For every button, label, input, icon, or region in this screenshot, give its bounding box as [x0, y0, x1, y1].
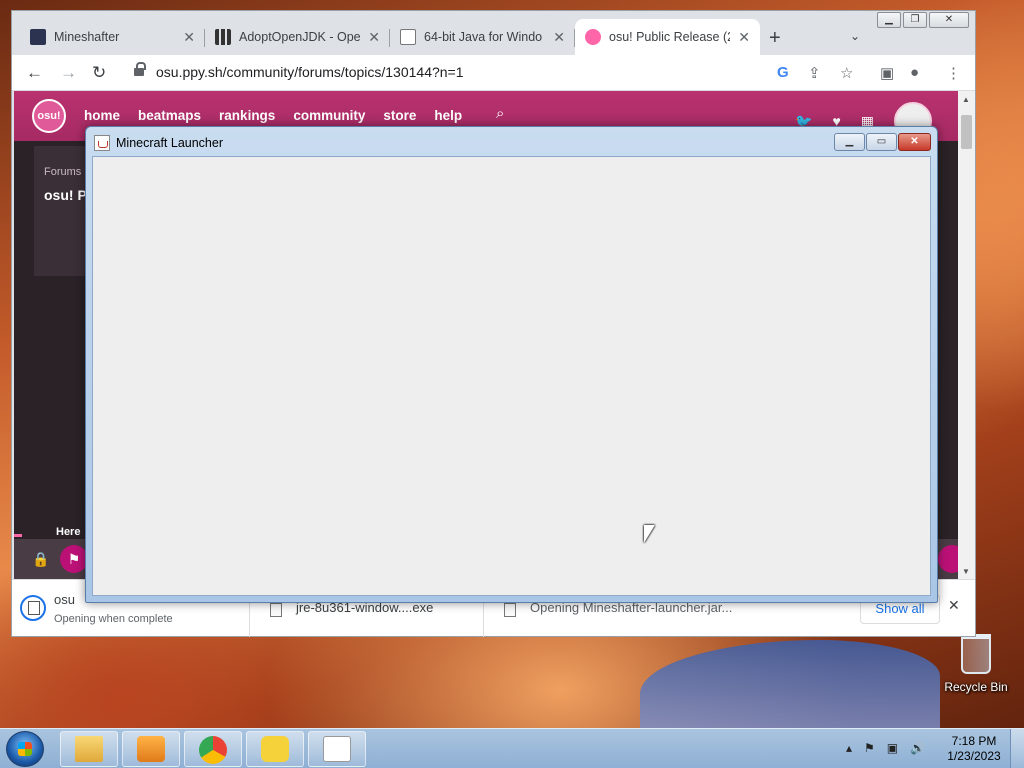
profile-icon[interactable]: ●	[910, 64, 919, 81]
page-scrollbar[interactable]: ▲ ▼	[958, 91, 975, 579]
restore-button[interactable]: ❐	[903, 12, 927, 28]
start-button[interactable]	[6, 731, 44, 767]
tab-close-icon[interactable]: ✕	[738, 29, 750, 46]
osu-icon	[585, 29, 601, 45]
game-icon	[261, 736, 289, 762]
address-bar[interactable]: osu.ppy.sh/community/forums/topics/13014…	[124, 59, 774, 87]
taskbar-java[interactable]	[308, 731, 366, 767]
volume-icon[interactable]: 🔊	[910, 741, 925, 755]
recycle-bin-icon	[961, 634, 991, 674]
scroll-up-icon[interactable]: ▲	[962, 95, 970, 104]
breadcrumb-forums[interactable]: Forums	[44, 166, 81, 178]
taskbar-media-player[interactable]	[122, 731, 180, 767]
tab-title: AdoptOpenJDK - Ope	[239, 30, 361, 44]
page-title: osu! P	[44, 187, 87, 203]
file-icon	[270, 603, 282, 617]
clock[interactable]: 7:18 PM 1/23/2023	[944, 734, 1004, 764]
download-name: osu	[54, 592, 75, 607]
file-icon	[504, 603, 516, 617]
side-panel-icon[interactable]: ▣	[880, 64, 894, 82]
minimize-button[interactable]: ▁	[834, 133, 865, 151]
maximize-button[interactable]: ▭	[866, 133, 897, 151]
grid-icon	[215, 29, 231, 45]
media-player-icon	[137, 736, 165, 762]
clock-time: 7:18 PM	[951, 734, 997, 748]
share-icon[interactable]: ⇪	[808, 64, 821, 82]
window-titlebar: Minecraft Launcher	[94, 135, 223, 151]
tab-close-icon[interactable]: ✕	[183, 29, 195, 46]
window-title: Minecraft Launcher	[116, 136, 224, 150]
search-icon[interactable]: ⌕	[496, 105, 504, 122]
show-desktop-button[interactable]	[1010, 729, 1024, 768]
recycle-bin-label: Recycle Bin	[944, 680, 1008, 694]
tab-osu[interactable]: osu! Public Release (2 ✕	[575, 19, 760, 55]
launcher-content-area[interactable]	[92, 156, 931, 596]
nav-community[interactable]: community	[293, 108, 365, 123]
minecraft-launcher-window: Minecraft Launcher ▁ ▭ ✕	[85, 126, 938, 603]
osu-nav-links: home beatmaps rankings community store h…	[84, 108, 462, 123]
post-text: Here	[56, 526, 81, 538]
menu-icon[interactable]: ⋮	[946, 64, 961, 82]
mouse-cursor-icon	[644, 525, 655, 543]
taskbar-game[interactable]	[246, 731, 304, 767]
tab-mineshafter[interactable]: Mineshafter ✕	[20, 19, 205, 55]
tab-title: Mineshafter	[54, 30, 120, 44]
nav-help[interactable]: help	[434, 108, 462, 123]
tab-close-icon[interactable]: ✕	[553, 29, 565, 46]
java-icon	[94, 135, 110, 151]
reply-button[interactable]	[938, 545, 958, 573]
window-controls: ▁ ▭ ✕	[834, 133, 931, 151]
download-status: Opening when complete	[54, 613, 173, 625]
chevron-up-icon[interactable]: ▴	[846, 741, 852, 755]
network-icon[interactable]: ▣	[887, 741, 898, 755]
tab-adoptopenjdk[interactable]: AdoptOpenJDK - Ope ✕	[205, 19, 390, 55]
system-tray: ▴ ⚑ ▣ 🔊	[846, 741, 925, 755]
nav-home[interactable]: home	[84, 108, 120, 123]
scroll-down-icon[interactable]: ▼	[962, 567, 970, 576]
tab-strip: Mineshafter ✕ AdoptOpenJDK - Ope ✕ 64-bi…	[20, 19, 760, 55]
tab-close-icon[interactable]: ✕	[368, 29, 380, 46]
recycle-bin[interactable]: Recycle Bin	[938, 630, 1014, 694]
url-text: osu.ppy.sh/community/forums/topics/13014…	[156, 64, 464, 80]
wallpaper-sky	[640, 640, 940, 730]
google-lens-icon[interactable]: G	[777, 64, 789, 81]
close-icon[interactable]: ✕	[948, 597, 960, 614]
chrome-icon	[199, 736, 227, 764]
close-button[interactable]: ✕	[929, 12, 969, 28]
bookmark-star-icon[interactable]: ☆	[840, 64, 853, 82]
chrome-toolbar: ← → ↻ osu.ppy.sh/community/forums/topics…	[12, 55, 975, 91]
scroll-thumb[interactable]	[961, 115, 972, 149]
taskbar-explorer[interactable]	[60, 731, 118, 767]
download-progress-icon	[20, 595, 46, 621]
close-button[interactable]: ✕	[898, 133, 931, 151]
taskbar-chrome[interactable]	[184, 731, 242, 767]
osu-logo[interactable]: osu!	[32, 99, 66, 133]
java-icon	[400, 29, 416, 45]
tab-title: osu! Public Release (2	[609, 30, 731, 44]
mineshafter-icon	[30, 29, 46, 45]
reload-icon[interactable]: ↻	[92, 63, 106, 83]
nav-rankings[interactable]: rankings	[219, 108, 275, 123]
nav-beatmaps[interactable]: beatmaps	[138, 108, 201, 123]
tab-search-icon[interactable]: ⌄	[850, 29, 860, 43]
scroll-marker	[14, 534, 22, 537]
java-icon	[323, 736, 351, 762]
bookmark-icon[interactable]: ⚑	[60, 545, 88, 573]
folder-icon	[75, 736, 103, 762]
forward-icon[interactable]: →	[60, 63, 77, 83]
taskbar: ▴ ⚑ ▣ 🔊 7:18 PM 1/23/2023	[0, 728, 1024, 768]
flag-icon[interactable]: ⚑	[864, 741, 875, 755]
back-icon[interactable]: ←	[26, 63, 43, 83]
tab-java[interactable]: 64-bit Java for Windo ✕	[390, 19, 575, 55]
minimize-button[interactable]: ▁	[877, 12, 901, 28]
nav-store[interactable]: store	[383, 108, 416, 123]
lock-icon[interactable]	[134, 62, 146, 77]
lock-icon: 🔒	[32, 551, 50, 567]
new-tab-button[interactable]: +	[769, 27, 781, 50]
chrome-window-controls: ▁ ❐ ✕	[877, 12, 969, 28]
tab-title: 64-bit Java for Windo	[424, 30, 543, 44]
clock-date: 1/23/2023	[947, 749, 1001, 763]
